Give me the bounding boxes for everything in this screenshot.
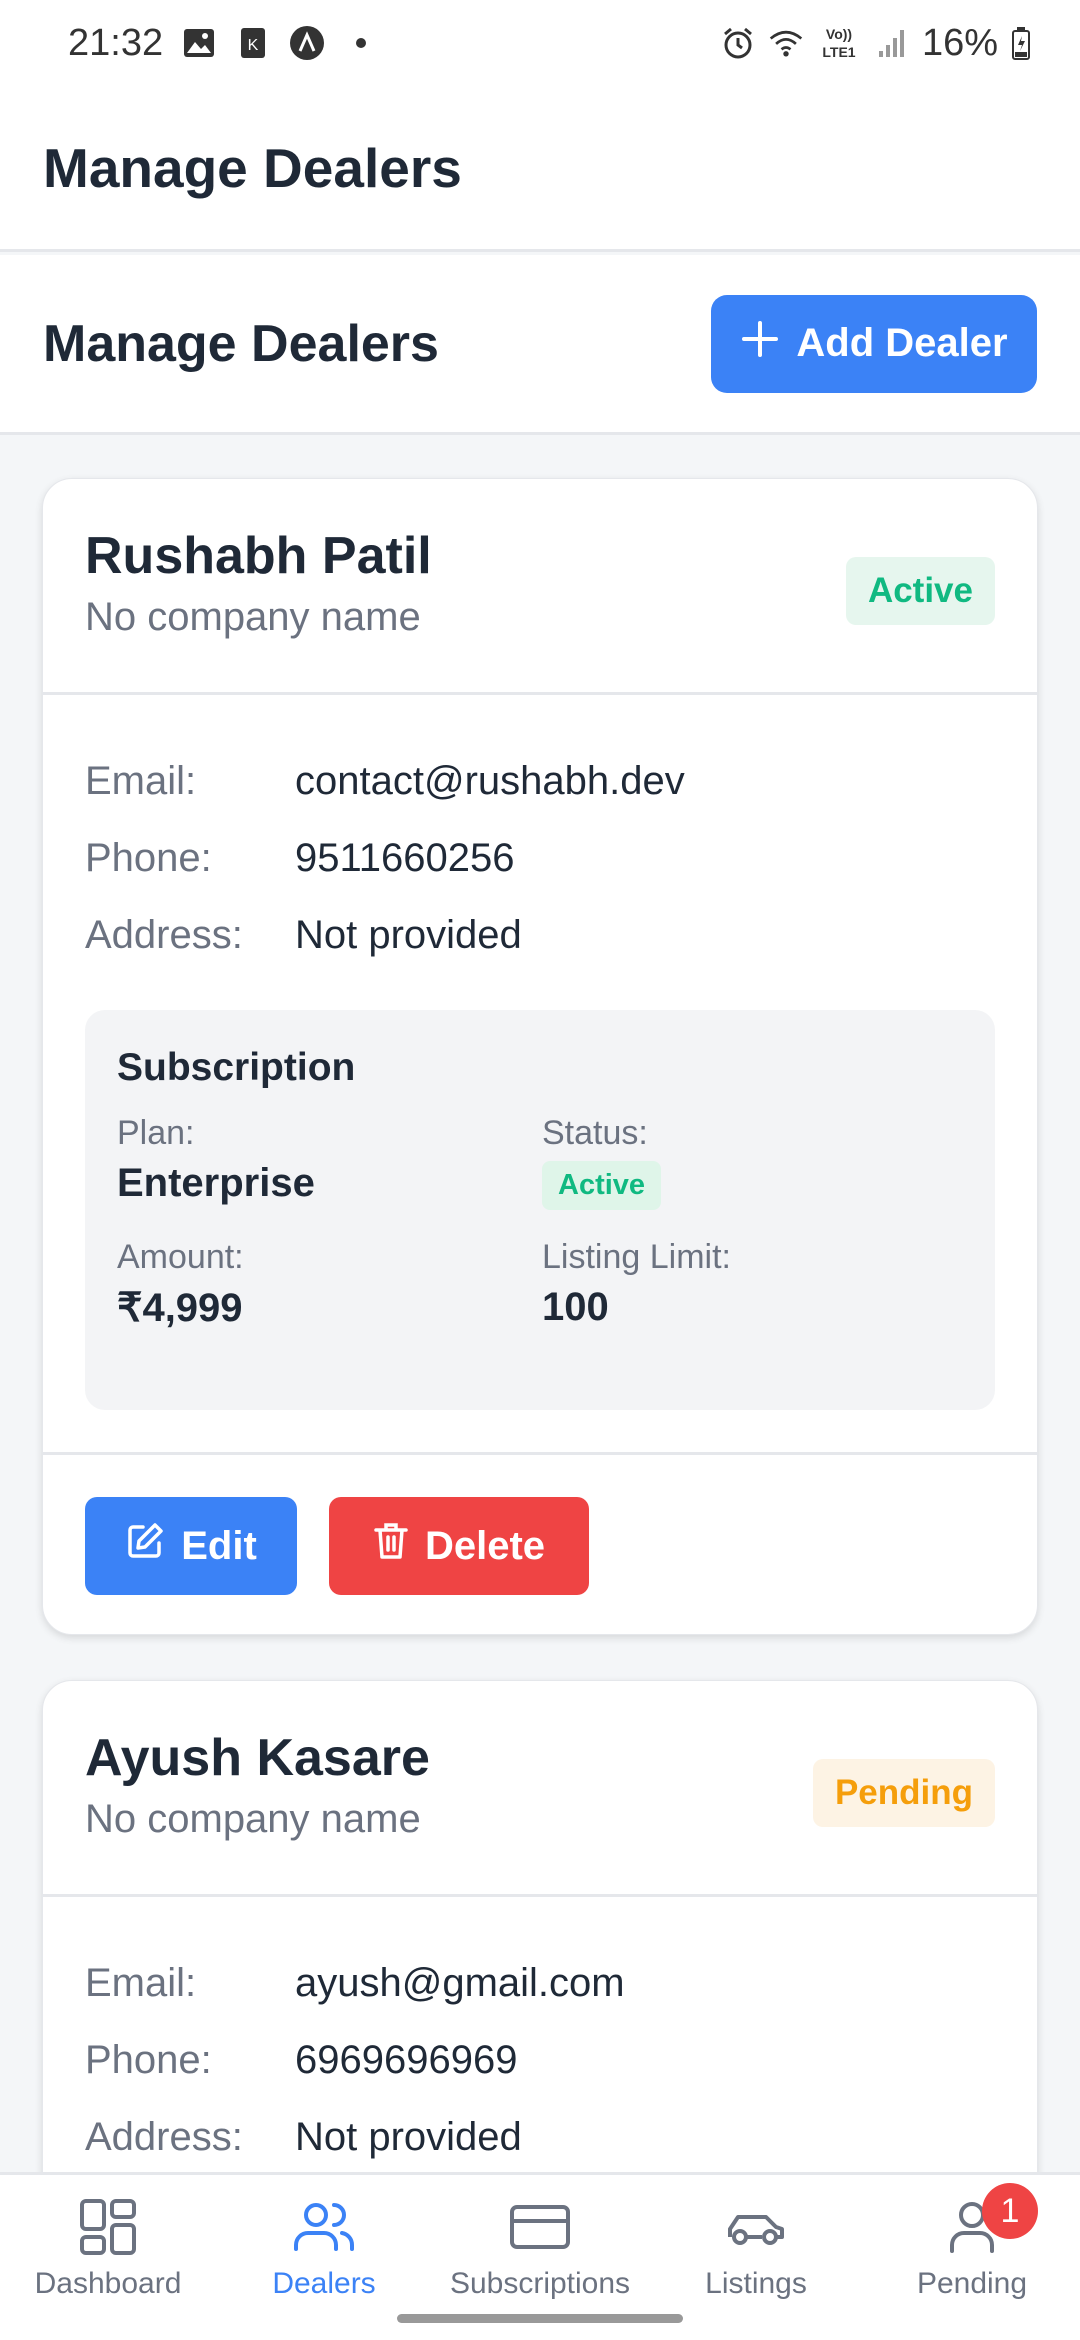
edit-icon <box>125 1521 165 1571</box>
email-row: Email: contact@rushabh.dev <box>85 743 995 820</box>
edit-button[interactable]: Edit <box>85 1497 297 1595</box>
address-label: Address: <box>85 2115 243 2159</box>
subscription-status-field: Status: Active <box>542 1114 963 1210</box>
section-title: Manage Dealers <box>43 314 439 373</box>
email-row: Email: ayush@gmail.com <box>85 1945 995 2022</box>
plus-icon <box>740 319 780 369</box>
delete-label: Delete <box>424 1523 546 1568</box>
alarm-icon <box>720 25 756 61</box>
svg-text:Vo)): Vo)) <box>826 26 852 42</box>
dealer-card: Rushabh Patil No company name Active Ema… <box>42 478 1038 1635</box>
subscription-title: Subscription <box>117 1046 356 1089</box>
address-value: Not provided <box>295 913 522 957</box>
dealer-company: No company name <box>85 1796 421 1841</box>
users-icon <box>294 2203 355 2251</box>
delete-button[interactable]: Delete <box>329 1497 589 1595</box>
phone-value: 6969696969 <box>295 2038 518 2082</box>
amount-label: Amount: <box>117 1238 244 1276</box>
address-label: Address: <box>85 913 243 957</box>
dot-icon <box>343 25 379 61</box>
add-dealer-button[interactable]: Add Dealer <box>711 294 1037 393</box>
dealer-card-header: Ayush Kasare No company name Pending <box>43 1681 1037 1897</box>
plan-value: Enterprise <box>117 1161 315 1205</box>
signal-icon <box>874 25 910 61</box>
a-app-icon <box>289 25 325 61</box>
status-badge: Active <box>845 557 995 625</box>
dealer-card-body: Email: contact@rushabh.dev Phone: 951166… <box>43 695 1037 1452</box>
svg-text:LTE1: LTE1 <box>822 44 855 60</box>
edit-label: Edit <box>181 1523 257 1568</box>
phone-row: Phone: 9511660256 <box>85 820 995 897</box>
phone-value: 9511660256 <box>295 836 515 880</box>
amount-value: ₹4,999 <box>117 1286 243 1330</box>
page-title: Manage Dealers <box>43 136 462 199</box>
listing-limit-value: 100 <box>542 1285 609 1329</box>
dealer-card: Ayush Kasare No company name Pending Ema… <box>42 1680 1038 2219</box>
battery-percent: 16% <box>921 21 998 64</box>
nav-dashboard[interactable]: Dashboard <box>0 2175 216 2340</box>
listing-limit-field: Listing Limit: 100 <box>542 1238 963 1331</box>
dealer-list: Rushabh Patil No company name Active Ema… <box>42 478 1038 2264</box>
status-badge: Pending <box>812 1759 995 1827</box>
email-value: contact@rushabh.dev <box>295 759 685 803</box>
dealer-card-header: Rushabh Patil No company name Active <box>43 479 1037 695</box>
notification-badge: 1 <box>982 2183 1038 2239</box>
volte-icon: Vo)) LTE1 <box>816 25 862 61</box>
image-icon <box>181 25 217 61</box>
phone-label: Phone: <box>85 2038 212 2082</box>
amount-field: Amount: ₹4,999 <box>117 1238 542 1331</box>
k-app-icon: K <box>235 25 271 61</box>
phone-label: Phone: <box>85 836 212 880</box>
nav-pending[interactable]: Pending 1 <box>864 2175 1080 2340</box>
email-value: ayush@gmail.com <box>295 1961 625 2005</box>
address-row: Address: Not provided <box>85 897 995 974</box>
email-label: Email: <box>85 1961 197 2005</box>
address-row: Address: Not provided <box>85 2099 995 2176</box>
nav-pending-label: Pending <box>916 2267 1028 2300</box>
trash-icon <box>373 1521 409 1571</box>
phone-row: Phone: 6969696969 <box>85 2022 995 2099</box>
dealer-card-actions: Edit Delete <box>43 1452 1037 1634</box>
subscription-status-badge: Active <box>542 1161 662 1210</box>
nav-dealers-label: Dealers <box>272 2267 376 2300</box>
section-header: Manage Dealers Add Dealer <box>0 255 1080 435</box>
listing-limit-label: Listing Limit: <box>542 1238 731 1276</box>
dealer-company: No company name <box>85 594 421 639</box>
status-time: 21:32 <box>68 21 164 64</box>
plan-label: Plan: <box>117 1114 195 1152</box>
subscription-box: Subscription Plan: Enterprise Status: Ac… <box>85 1010 995 1410</box>
wifi-icon <box>768 25 804 61</box>
svg-text:K: K <box>248 37 259 54</box>
address-value: Not provided <box>295 2115 522 2159</box>
subscription-status-label: Status: <box>542 1114 648 1152</box>
nav-subscriptions-label: Subscriptions <box>449 2267 631 2300</box>
nav-dashboard-label: Dashboard <box>34 2267 182 2300</box>
status-bar: 21:32 K Vo)) LTE1 16% <box>0 0 1080 86</box>
car-icon <box>728 2215 784 2245</box>
plan-field: Plan: Enterprise <box>117 1114 542 1210</box>
battery-icon <box>1010 25 1032 61</box>
email-label: Email: <box>85 759 197 803</box>
add-dealer-label: Add Dealer <box>796 321 1008 365</box>
nav-listings-label: Listings <box>705 2267 807 2300</box>
credit-card-icon <box>510 2205 570 2249</box>
app-header: Manage Dealers <box>0 86 1080 252</box>
dealer-card-body: Email: ayush@gmail.com Phone: 6969696969… <box>43 1897 1037 2218</box>
home-indicator[interactable] <box>397 2314 683 2323</box>
dealer-name: Ayush Kasare <box>85 1729 430 1787</box>
dealer-name: Rushabh Patil <box>85 527 432 585</box>
dashboard-icon <box>80 2199 136 2255</box>
